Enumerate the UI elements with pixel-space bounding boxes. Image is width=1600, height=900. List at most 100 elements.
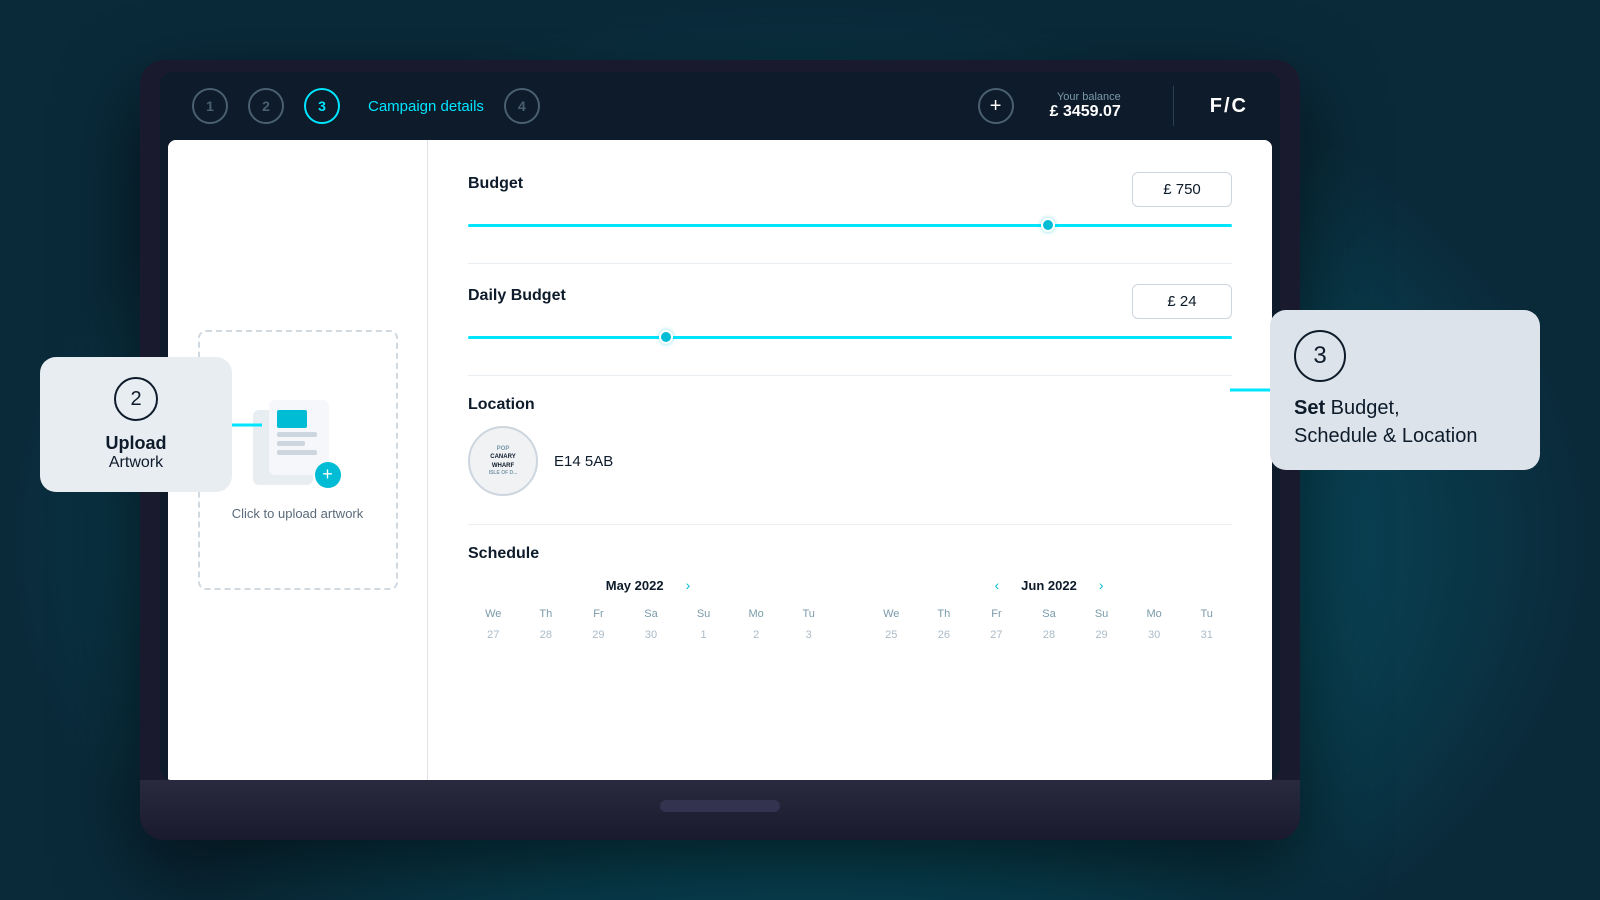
app-container: 1 2 3 Campaign details 4 + Your balance …: [160, 72, 1280, 780]
callout-2-subtitle: Artwork: [109, 454, 163, 472]
jun-day-27[interactable]: 27: [971, 625, 1022, 645]
budget-slider-track: [468, 224, 1232, 227]
calendar-jun: ‹ Jun 2022 › We Th Fr Sa Su: [866, 575, 1232, 645]
daily-budget-label: Daily Budget: [468, 287, 566, 305]
location-map[interactable]: POP CANARY WHARF ISLE OF D...: [468, 426, 538, 496]
jun-col-sa: Sa: [1024, 605, 1075, 623]
jun-prev-btn[interactable]: ‹: [989, 575, 1006, 595]
callout-3-number: 3: [1294, 330, 1346, 382]
jun-day-26[interactable]: 26: [919, 625, 970, 645]
jun-grid: We Th Fr Sa Su Mo Tu 25 26 27: [866, 605, 1232, 645]
jun-col-fr: Fr: [971, 605, 1022, 623]
budget-section: Budget £ 750: [468, 172, 1232, 235]
budget-slider-thumb[interactable]: [1041, 218, 1055, 232]
callout-3-arrow: [1230, 389, 1270, 392]
location-map-pop: POP: [489, 445, 518, 453]
main-content: + Click to upload artwork Budget £ 750: [168, 140, 1272, 780]
upload-icon-group: +: [253, 400, 343, 490]
step-2-circle[interactable]: 2: [248, 88, 284, 124]
upload-plus-icon: +: [315, 462, 341, 488]
jun-day-30[interactable]: 30: [1129, 625, 1180, 645]
may-col-fr: Fr: [573, 605, 624, 623]
step-label: Campaign details: [368, 98, 484, 115]
calendar-section: May 2022 › We Th Fr Sa Su Mo: [468, 575, 1232, 645]
may-day-28[interactable]: 28: [521, 625, 572, 645]
budget-row: Budget £ 750: [468, 172, 1232, 207]
may-day-27[interactable]: 27: [468, 625, 519, 645]
divider-1: [468, 263, 1232, 264]
may-next-btn[interactable]: ›: [680, 575, 697, 595]
jun-day-25[interactable]: 25: [866, 625, 917, 645]
may-day-29[interactable]: 29: [573, 625, 624, 645]
jun-col-tu: Tu: [1181, 605, 1232, 623]
location-postcode: E14 5AB: [554, 453, 613, 470]
doc-gray-line-2: [277, 441, 305, 446]
location-section: Location POP CANARY WHARF ISLE OF D...: [468, 396, 1232, 496]
location-map-isle: ISLE OF D...: [489, 470, 518, 477]
may-col-sa: Sa: [626, 605, 677, 623]
daily-budget-row: Daily Budget £ 24: [468, 284, 1232, 319]
doc-front-icon: [269, 400, 329, 475]
may-day-2[interactable]: 2: [731, 625, 782, 645]
location-map-wharf: WHARF: [489, 462, 518, 470]
callout-2-arrow: [232, 423, 262, 426]
callout-upload-artwork: 2 Upload Artwork: [40, 357, 232, 492]
step-4-circle[interactable]: 4: [504, 88, 540, 124]
nav-divider: [1173, 86, 1174, 126]
jun-day-29[interactable]: 29: [1076, 625, 1127, 645]
step-1-circle[interactable]: 1: [192, 88, 228, 124]
callout-set-budget: 3 Set Budget,Schedule & Location: [1270, 310, 1540, 470]
divider-3: [468, 524, 1232, 525]
daily-budget-slider[interactable]: [468, 327, 1232, 347]
jun-col-we: We: [866, 605, 917, 623]
laptop-screen-bezel: 1 2 3 Campaign details 4 + Your balance …: [160, 72, 1280, 780]
location-row: POP CANARY WHARF ISLE OF D... E14 5AB: [468, 426, 1232, 496]
schedule-section: Schedule May 2022 › We Th: [468, 545, 1232, 645]
may-day-30[interactable]: 30: [626, 625, 677, 645]
logo: F/C: [1210, 95, 1248, 118]
settings-panel: Budget £ 750 Daily Budget: [428, 140, 1272, 780]
daily-budget-track: [468, 336, 1232, 339]
top-nav: 1 2 3 Campaign details 4 + Your balance …: [160, 72, 1280, 140]
daily-budget-section: Daily Budget £ 24: [468, 284, 1232, 347]
upload-click-text: Click to upload artwork: [232, 506, 364, 521]
add-balance-button[interactable]: +: [978, 88, 1014, 124]
laptop-shell: 1 2 3 Campaign details 4 + Your balance …: [140, 60, 1300, 840]
jun-col-th: Th: [919, 605, 970, 623]
location-label: Location: [468, 396, 535, 413]
budget-label: Budget: [468, 175, 523, 193]
step-3-circle[interactable]: 3: [304, 88, 340, 124]
callout-2-number: 2: [114, 377, 158, 421]
may-day-3[interactable]: 3: [783, 625, 834, 645]
doc-gray-line-3: [277, 450, 317, 455]
jun-next-btn[interactable]: ›: [1093, 575, 1110, 595]
divider-2: [468, 375, 1232, 376]
doc-gray-line-1: [277, 432, 317, 437]
daily-budget-input[interactable]: £ 24: [1132, 284, 1232, 319]
jun-col-mo: Mo: [1129, 605, 1180, 623]
jun-col-su: Su: [1076, 605, 1127, 623]
balance-section: Your balance £ 3459.07: [1050, 91, 1121, 121]
callout-2-title: Upload: [106, 433, 167, 454]
calendar-may: May 2022 › We Th Fr Sa Su Mo: [468, 575, 834, 645]
may-day-1[interactable]: 1: [678, 625, 729, 645]
may-col-th: Th: [521, 605, 572, 623]
may-col-tu: Tu: [783, 605, 834, 623]
may-col-we: We: [468, 605, 519, 623]
may-label: May 2022: [606, 578, 664, 593]
location-map-canary: CANARY: [489, 453, 518, 461]
callout-3-text: Set Budget,Schedule & Location: [1294, 394, 1516, 450]
balance-value: £ 3459.07: [1050, 103, 1121, 121]
jun-day-28[interactable]: 28: [1024, 625, 1075, 645]
budget-slider[interactable]: [468, 215, 1232, 235]
may-header: May 2022 ›: [468, 575, 834, 595]
jun-label: Jun 2022: [1021, 578, 1077, 593]
may-col-mo: Mo: [731, 605, 782, 623]
laptop-base: [140, 780, 1300, 840]
jun-header: ‹ Jun 2022 ›: [866, 575, 1232, 595]
may-col-su: Su: [678, 605, 729, 623]
doc-blue-block: [277, 410, 307, 428]
budget-input[interactable]: £ 750: [1132, 172, 1232, 207]
jun-day-31[interactable]: 31: [1181, 625, 1232, 645]
daily-budget-thumb[interactable]: [659, 330, 673, 344]
